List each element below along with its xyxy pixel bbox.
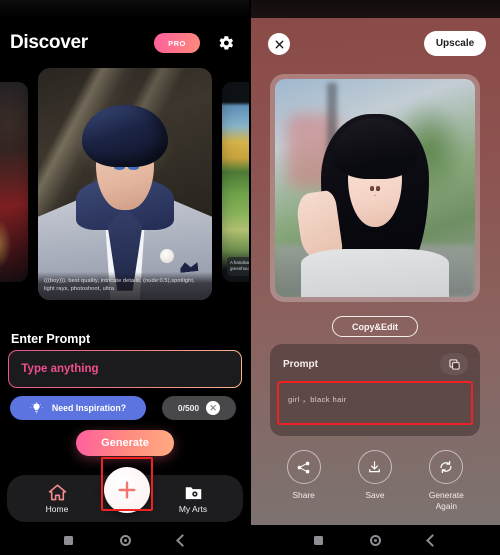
prompt-text-value[interactable]: girl ，black hair (277, 381, 473, 425)
need-inspiration-label: Need Inspiration? (51, 403, 127, 413)
artwork-image-boy (38, 68, 212, 300)
discover-header: Discover PRO (0, 22, 250, 64)
create-fab-button[interactable] (104, 467, 150, 513)
status-bar-right (250, 0, 500, 18)
copy-icon (448, 358, 460, 370)
generate-again-button[interactable]: Generate Again (418, 450, 474, 511)
close-icon (275, 40, 283, 48)
gear-icon[interactable] (216, 33, 236, 53)
copy-and-edit-button[interactable]: Copy&Edit (332, 316, 418, 337)
pro-badge[interactable]: PRO (154, 33, 200, 53)
download-icon (369, 460, 381, 472)
close-icon[interactable]: ✕ (206, 401, 221, 415)
prompt-input-container[interactable]: Type anything (8, 350, 242, 388)
tab-my-arts[interactable]: My Arts (165, 484, 221, 514)
page-title: Discover (10, 32, 88, 53)
copy-prompt-button[interactable] (440, 353, 468, 375)
prompt-result-card: Prompt girl ，black hair (270, 344, 480, 436)
prompt-input-inner[interactable]: Type anything (9, 351, 241, 387)
upscale-button[interactable]: Upscale (424, 31, 486, 56)
screenshot-root: Discover PRO A handsome greenhou (0, 0, 500, 555)
carousel-card-next[interactable]: A handsome greenhou (222, 82, 250, 282)
artwork-thumbnail-left (0, 82, 28, 282)
save-button[interactable]: Save (347, 450, 403, 511)
square-icon[interactable] (313, 535, 323, 545)
discover-screen: Discover PRO A handsome greenhou (0, 0, 250, 555)
tab-home-label: Home (45, 503, 69, 514)
save-label: Save (365, 490, 385, 500)
system-navbar-right (250, 525, 500, 555)
share-label: Share (292, 490, 315, 500)
carousel-card-current[interactable]: (((boy))), best quality, intricate detai… (38, 68, 212, 300)
chevron-left-icon[interactable] (425, 533, 439, 547)
system-navbar-left (0, 525, 250, 555)
tab-my-arts-label: My Arts (178, 503, 208, 514)
prompt-card-title: Prompt (283, 358, 318, 370)
plus-icon (118, 481, 136, 499)
save-ring (357, 450, 392, 484)
need-inspiration-button[interactable]: Need Inspiration? (10, 396, 146, 420)
panel-divider (249, 0, 251, 555)
chevron-left-icon[interactable] (175, 533, 189, 547)
artwork-thumbnail-right (222, 82, 250, 282)
share-button[interactable]: Share (276, 450, 332, 511)
generate-again-ring (429, 450, 464, 484)
char-counter-pill: 0/500 ✕ (162, 396, 236, 420)
carousel-right-caption: A handsome greenhou (227, 256, 250, 276)
refresh-icon (440, 460, 452, 474)
result-actions: Share Save Generate Again (250, 450, 500, 511)
circle-icon[interactable] (119, 534, 131, 546)
share-ring (286, 450, 321, 484)
enter-prompt-label: Enter Prompt (11, 332, 91, 346)
close-button[interactable] (268, 33, 290, 55)
lightbulb-icon (29, 401, 43, 413)
result-image-girl[interactable] (275, 79, 475, 297)
carousel-card-previous[interactable] (0, 82, 28, 282)
share-icon (297, 461, 310, 473)
tab-home[interactable]: Home (29, 483, 85, 514)
status-bar-left (0, 0, 250, 18)
generate-button[interactable]: Generate (76, 430, 174, 456)
photo-folder-icon (185, 486, 201, 499)
prompt-card-header: Prompt (270, 344, 480, 375)
char-counter: 0/500 (177, 403, 200, 413)
carousel-caption: (((boy))), best quality, intricate detai… (38, 271, 212, 300)
prompt-value-text: girl ，black hair (288, 395, 347, 404)
result-screen: Upscale Copy&Edit Prompt girl ，black hai… (250, 0, 500, 555)
circle-icon[interactable] (369, 534, 381, 546)
prompt-input-placeholder: Type anything (21, 363, 99, 375)
discover-carousel[interactable]: A handsome greenhou (((boy))), bes (0, 68, 250, 300)
result-image-frame (270, 74, 480, 302)
generate-again-label: Generate Again (428, 490, 464, 511)
home-icon (48, 483, 66, 500)
square-icon[interactable] (63, 535, 73, 545)
